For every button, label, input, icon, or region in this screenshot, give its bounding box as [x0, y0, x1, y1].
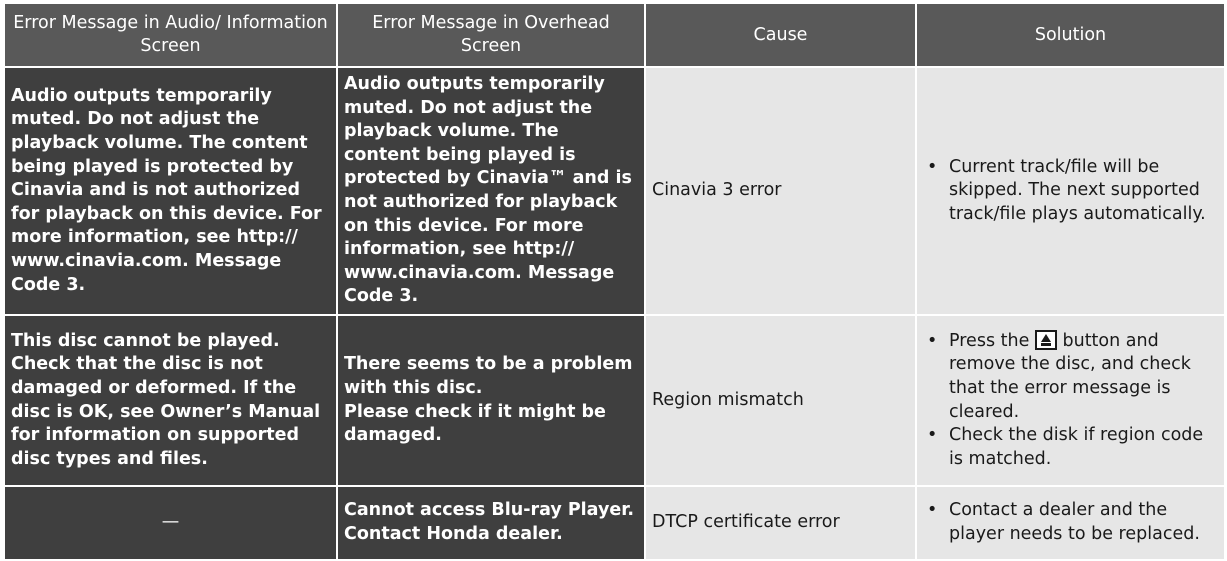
- overhead-message-line: Please check if it might be damaged.: [344, 401, 606, 446]
- solution-text: Contact a dealer and the player needs to…: [949, 500, 1200, 544]
- solution-text: Press the: [949, 330, 1030, 351]
- header-cause: Cause: [644, 2, 917, 68]
- header-audio-screen: Error Message in Audio/ Information Scre…: [3, 2, 338, 68]
- cause-cell: DTCP certificate error: [644, 485, 917, 561]
- bullet: •: [927, 425, 938, 446]
- bullet: •: [927, 500, 938, 521]
- overhead-error-message: There seems to be a problem with this di…: [336, 314, 646, 487]
- solution-item: • Current track/file will be skipped. Th…: [927, 156, 1218, 227]
- audio-error-message: Audio outputs temporarily muted. Do not …: [3, 66, 338, 316]
- table-row: Audio outputs temporarily muted. Do not …: [3, 66, 1226, 316]
- cause-cell: Cinavia 3 error: [644, 66, 917, 316]
- overhead-error-message: Audio outputs temporarily muted. Do not …: [336, 66, 646, 316]
- header-row: Error Message in Audio/ Information Scre…: [3, 2, 1226, 68]
- solution-item: • Press the button and remove the disc, …: [927, 329, 1218, 424]
- eject-icon: [1034, 329, 1057, 350]
- bullet: •: [927, 156, 938, 177]
- table-row: This disc cannot be played. Check that t…: [3, 314, 1226, 487]
- solution-text: Check the disk if region code is matched…: [949, 425, 1204, 469]
- solution-cell: • Contact a dealer and the player needs …: [915, 485, 1226, 561]
- solution-item: • Check the disk if region code is match…: [927, 424, 1218, 471]
- header-solution: Solution: [915, 2, 1226, 68]
- solution-cell: • Press the button and remove the disc, …: [915, 314, 1226, 487]
- solution-item: • Contact a dealer and the player needs …: [927, 499, 1218, 546]
- error-message-table: Error Message in Audio/ Information Scre…: [3, 2, 1226, 561]
- table-row: — Cannot access Blu-ray Player. Contact …: [3, 485, 1226, 561]
- overhead-error-message: Cannot access Blu-ray Player. Contact Ho…: [336, 485, 646, 561]
- audio-error-message: —: [3, 485, 338, 561]
- overhead-message-line: Contact Honda dealer.: [344, 524, 563, 544]
- audio-error-message: This disc cannot be played. Check that t…: [3, 314, 338, 487]
- bullet: •: [927, 330, 938, 351]
- solution-text: Current track/file will be skipped. The …: [949, 156, 1206, 224]
- header-overhead-screen: Error Message in Overhead Screen: [336, 2, 646, 68]
- overhead-message-line: Cannot access Blu-ray Player.: [344, 500, 635, 521]
- solution-cell: • Current track/file will be skipped. Th…: [915, 66, 1226, 316]
- cause-cell: Region mismatch: [644, 314, 917, 487]
- overhead-message-line: There seems to be a problem with this di…: [344, 354, 633, 398]
